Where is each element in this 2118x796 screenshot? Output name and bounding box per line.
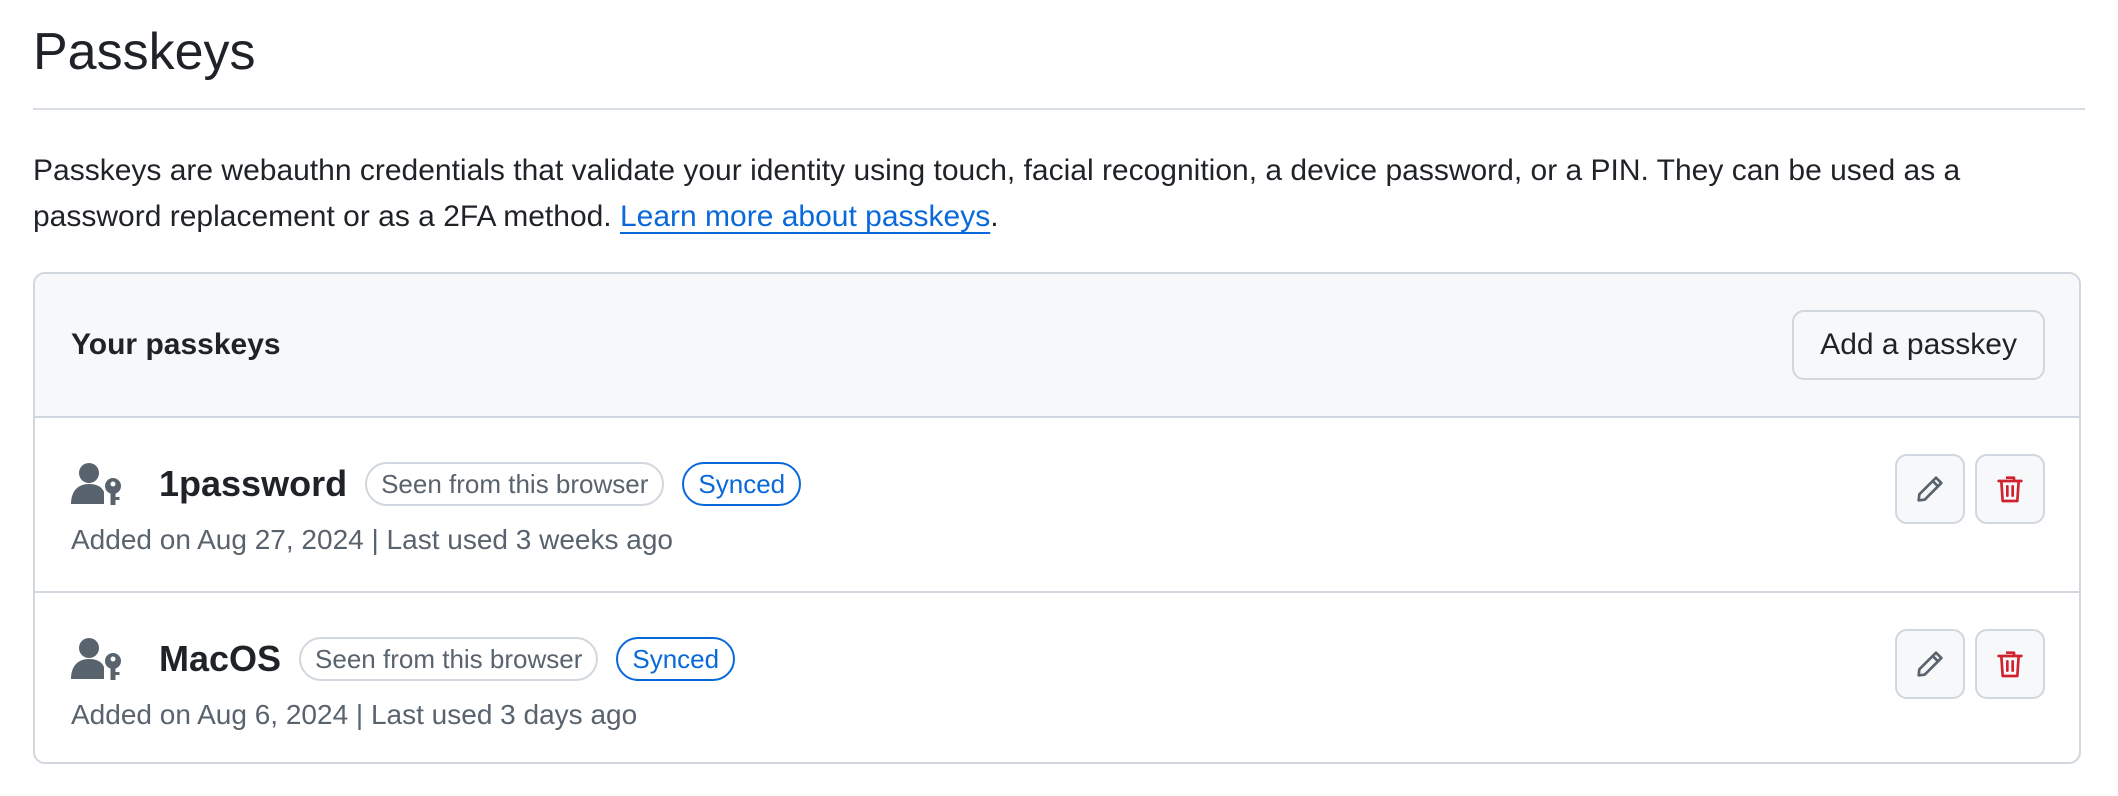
- passkey-name: 1password: [159, 463, 348, 504]
- edit-passkey-button[interactable]: [1895, 629, 1965, 699]
- trash-icon: [1997, 476, 2023, 503]
- synced-badge: Synced: [682, 462, 802, 506]
- passkey-actions: [1895, 454, 2045, 524]
- person-key-icon: [71, 462, 123, 506]
- passkey-row-top: 1password Seen from this browser Synced: [71, 456, 819, 512]
- pencil-icon: [1917, 651, 1943, 677]
- passkeys-box: Your passkeys Add a passkey 1password Se…: [33, 272, 2081, 764]
- passkeys-page: Passkeys Passkeys are webauthn credentia…: [33, 0, 2085, 764]
- person-key-icon: [71, 637, 123, 681]
- passkey-meta: Added on Aug 6, 2024 | Last used 3 days …: [71, 699, 638, 730]
- passkey-meta: Added on Aug 27, 2024 | Last used 3 week…: [71, 524, 673, 555]
- passkey-row: MacOS Seen from this browser Synced Adde…: [35, 591, 2079, 762]
- page-title: Passkeys: [33, 23, 256, 81]
- passkey-actions: [1895, 629, 2045, 699]
- seen-from-browser-badge: Seen from this browser: [299, 637, 599, 681]
- passkeys-box-header: Your passkeys Add a passkey: [35, 274, 2079, 418]
- learn-more-link[interactable]: Learn more about passkeys: [620, 200, 990, 233]
- page-description: Passkeys are webauthn credentials that v…: [33, 148, 2093, 240]
- passkey-row: 1password Seen from this browser Synced …: [35, 418, 2079, 591]
- passkey-row-top: MacOS Seen from this browser Synced: [71, 631, 753, 687]
- edit-passkey-button[interactable]: [1895, 454, 1965, 524]
- seen-from-browser-badge: Seen from this browser: [365, 462, 665, 506]
- passkeys-box-title: Your passkeys: [71, 328, 281, 361]
- pencil-icon: [1917, 476, 1943, 502]
- title-divider: [33, 108, 2085, 110]
- description-end: .: [990, 200, 999, 233]
- delete-passkey-button[interactable]: [1975, 454, 2045, 524]
- add-passkey-button[interactable]: Add a passkey: [1792, 310, 2045, 380]
- passkey-name: MacOS: [159, 638, 282, 679]
- delete-passkey-button[interactable]: [1975, 629, 2045, 699]
- synced-badge: Synced: [616, 637, 736, 681]
- trash-icon: [1997, 651, 2023, 678]
